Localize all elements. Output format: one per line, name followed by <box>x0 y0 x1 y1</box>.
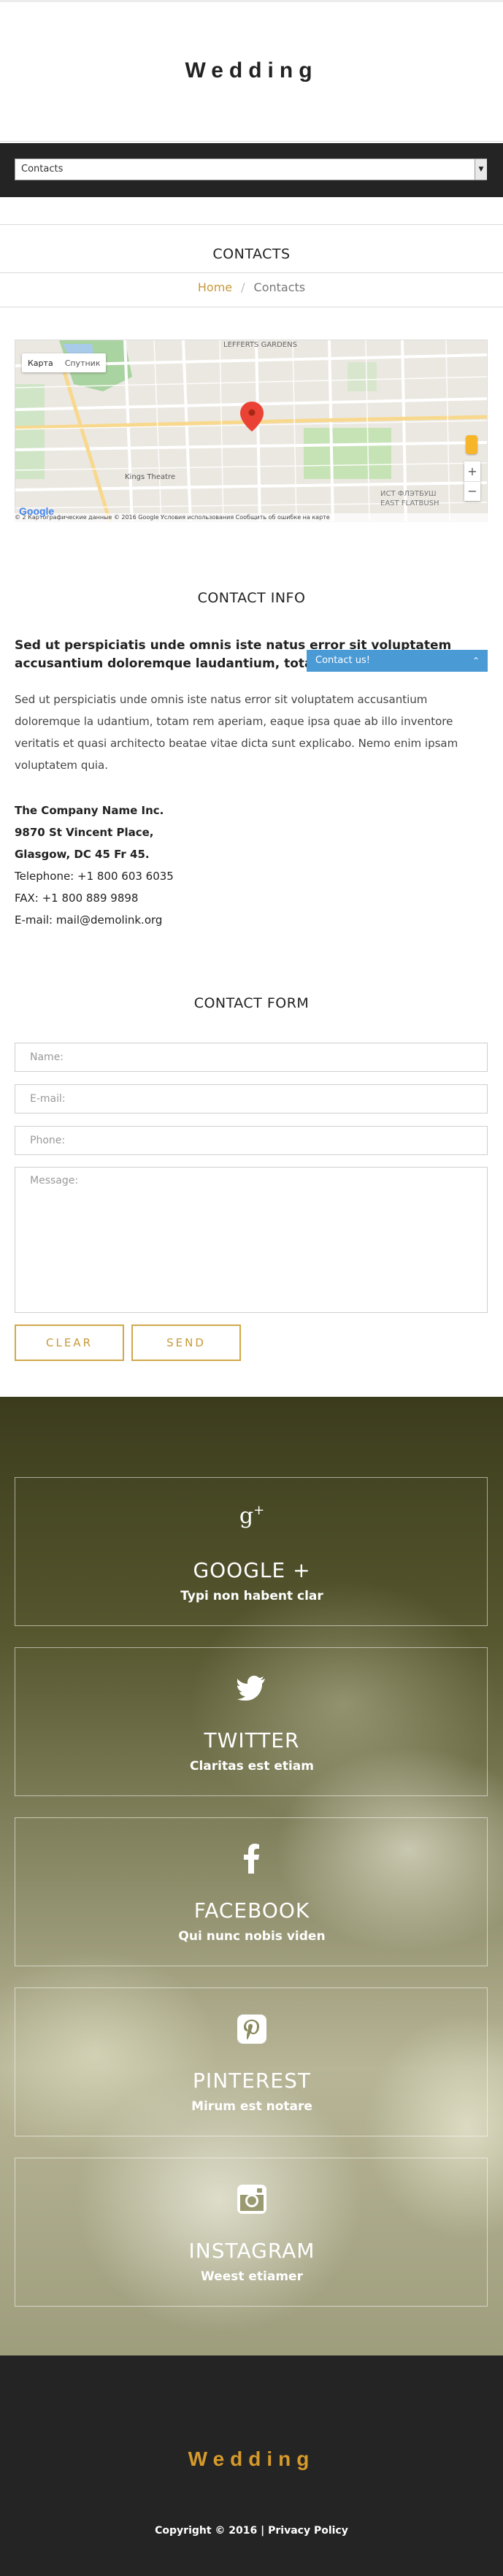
map-type-satellite-button[interactable]: Спутник <box>59 359 107 368</box>
email-field[interactable]: E-mail: <box>15 1084 488 1113</box>
map-type-map-button[interactable]: Карта <box>22 359 59 368</box>
contact-form-heading: CONTACT FORM <box>193 995 310 1011</box>
social-subtitle: Typi non habent clar <box>180 1589 323 1603</box>
map-type-toggle[interactable]: Карта Спутник <box>22 353 107 372</box>
social-subtitle: Mirum est notare <box>191 2099 312 2114</box>
social-title: TWITTER <box>204 1728 300 1752</box>
send-button[interactable]: SEND <box>131 1325 241 1361</box>
zoom-out-button[interactable]: − <box>464 482 480 501</box>
street-address: 9870 St Vincent Place, <box>15 826 154 839</box>
map-label: Kings Theatre <box>125 473 175 481</box>
city-address: Glasgow, DC 45 Fr 45. <box>15 848 150 861</box>
svg-text:g+: g+ <box>239 1503 264 1529</box>
facebook-icon <box>15 1843 488 1877</box>
page-title: CONTACTS <box>212 246 291 262</box>
social-card-twitter[interactable]: TWITTER Claritas est etiam <box>15 1647 488 1796</box>
divider <box>0 272 503 273</box>
footer-copyright[interactable]: Copyright © 2016 | Privacy Policy <box>0 2525 503 2537</box>
social-title: PINTEREST <box>193 2069 311 2093</box>
contact-us-widget[interactable]: Contact us! <box>307 650 488 672</box>
social-section: g+ GOOGLE + Typi non habent clar TWITTER… <box>0 1397 503 2355</box>
chevron-up-icon[interactable]: ⌃ <box>469 650 483 672</box>
zoom-in-button[interactable]: + <box>464 461 480 482</box>
breadcrumb: Home / Contacts <box>0 280 503 294</box>
breadcrumb-separator: / <box>241 280 245 294</box>
social-title: FACEBOOK <box>193 1898 310 1923</box>
footer-logo[interactable]: Wedding <box>0 2447 503 2471</box>
company-name: The Company Name Inc. <box>15 804 164 817</box>
contact-info-body: Sed ut perspiciatis unde omnis iste natu… <box>15 693 458 772</box>
map-label: LEFFERTS GARDENS <box>223 341 297 349</box>
divider <box>0 224 503 225</box>
twitter-icon <box>15 1676 488 1703</box>
social-card-pinterest[interactable]: PINTEREST Mirum est notare <box>15 1987 488 2136</box>
social-card-facebook[interactable]: FACEBOOK Qui nunc nobis viden <box>15 1817 488 1966</box>
breadcrumb-home-link[interactable]: Home <box>198 280 232 294</box>
social-subtitle: Qui nunc nobis viden <box>178 1929 326 1944</box>
nav-select[interactable]: Contacts <box>15 158 487 180</box>
social-subtitle: Claritas est etiam <box>190 1759 314 1774</box>
pinterest-icon <box>15 2015 488 2047</box>
instagram-icon <box>15 2185 488 2217</box>
social-title: INSTAGRAM <box>188 2239 315 2263</box>
address-block: The Company Name Inc. 9870 St Vincent Pl… <box>15 800 488 931</box>
contact-info-heading: CONTACT INFO <box>197 590 306 606</box>
clear-button[interactable]: CLEAR <box>15 1325 124 1361</box>
telephone: Telephone: +1 800 603 6035 <box>15 870 174 883</box>
google-plus-icon: g+ <box>15 1500 488 1535</box>
site-logo[interactable]: Wedding <box>0 58 503 83</box>
email: E-mail: mail@demolink.org <box>15 913 163 927</box>
google-logo: Google <box>19 505 55 517</box>
phone-field[interactable]: Phone: <box>15 1126 488 1155</box>
breadcrumb-current: Contacts <box>253 280 306 294</box>
fax: FAX: +1 800 889 9898 <box>15 892 139 905</box>
name-field[interactable]: Name: <box>15 1043 488 1072</box>
social-card-google-plus[interactable]: g+ GOOGLE + Typi non habent clar <box>15 1477 488 1626</box>
chevron-down-icon[interactable]: ▼ <box>475 159 487 180</box>
message-field[interactable]: Message: <box>15 1167 488 1313</box>
map-zoom-control: + − <box>464 461 480 501</box>
map-attribution: © 2 Картографические данные © 2016 Googl… <box>15 513 488 522</box>
social-title: GOOGLE + <box>193 1558 311 1582</box>
social-card-instagram[interactable]: INSTAGRAM Weest etiamer <box>15 2158 488 2307</box>
map-label: EAST FLATBUSH <box>380 499 439 507</box>
map-label: ИСТ ФЛЭТБУШ <box>380 490 437 498</box>
social-subtitle: Weest etiamer <box>201 2269 303 2284</box>
street-view-pegman-icon[interactable] <box>466 435 477 454</box>
